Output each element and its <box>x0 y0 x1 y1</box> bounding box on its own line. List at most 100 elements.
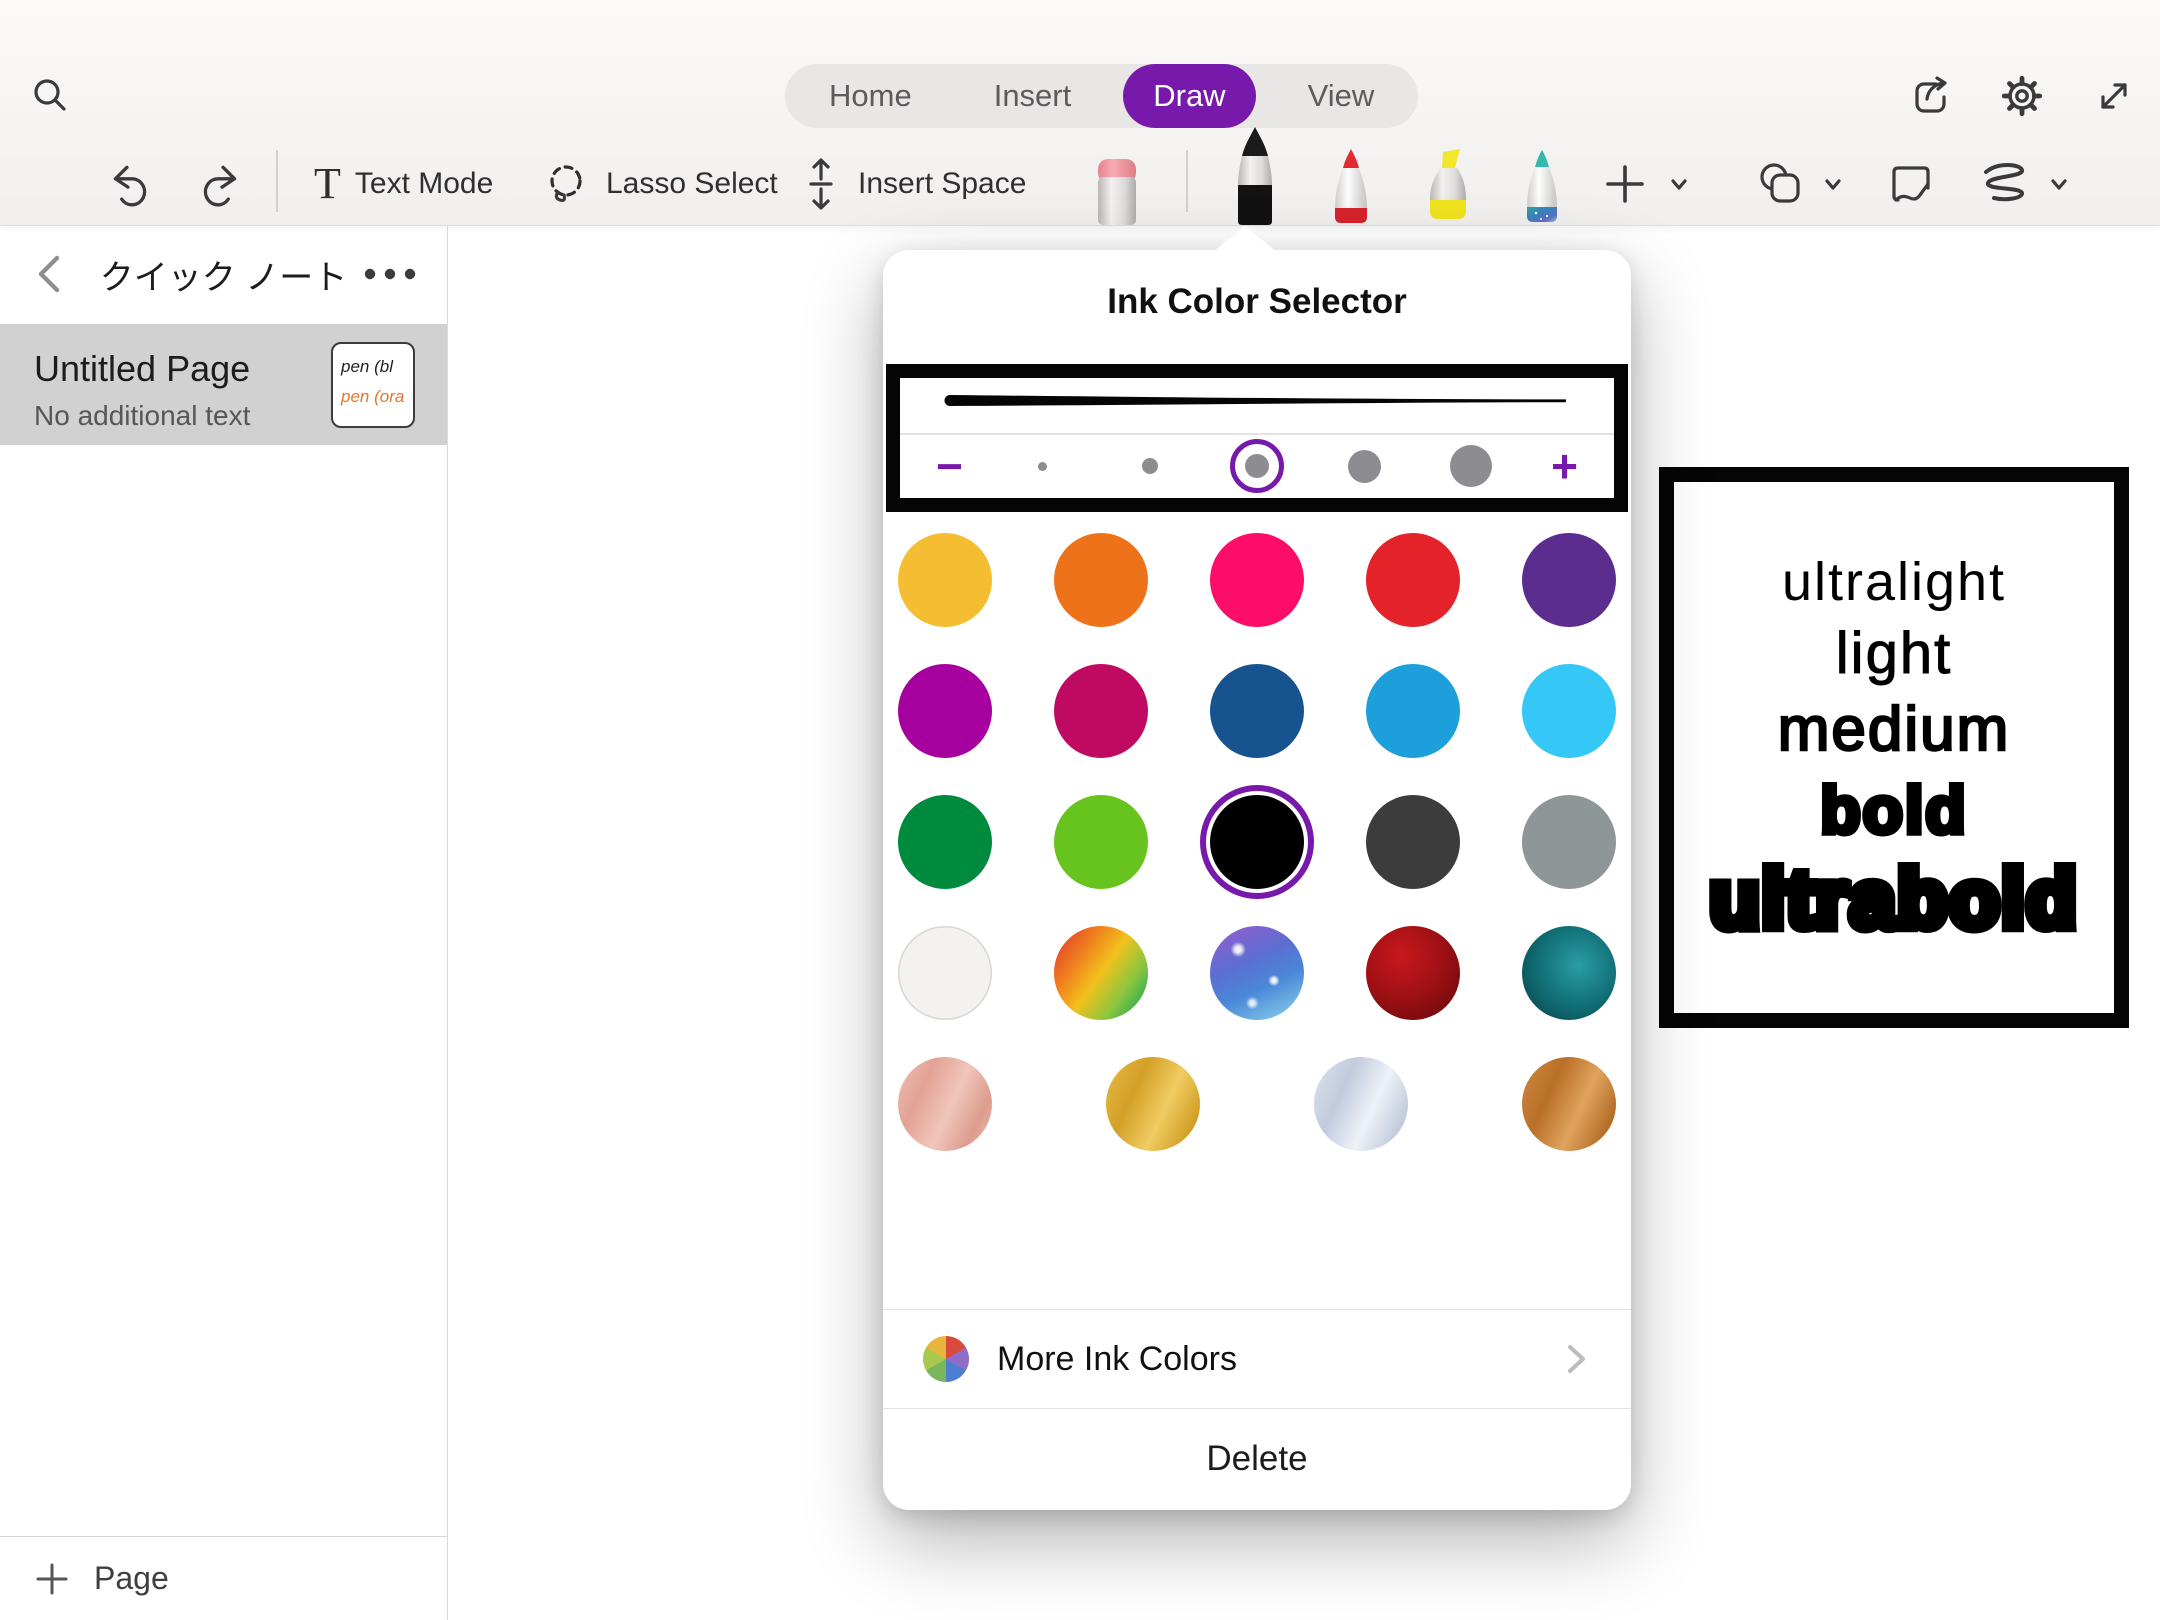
chevron-down-icon <box>1664 169 1694 199</box>
thumbnail-ink-line: pen (ora <box>341 382 413 412</box>
stroke-size-option-1[interactable] <box>1016 439 1070 493</box>
search-button[interactable] <box>26 72 74 120</box>
color-swatch-dark-gray[interactable] <box>1366 795 1460 889</box>
swatch-row <box>898 926 1616 1020</box>
stroke-size-selector: − + <box>900 434 1614 498</box>
stroke-size-option-5[interactable] <box>1444 439 1498 493</box>
shapes-button[interactable] <box>1752 148 1848 220</box>
ink-sample-ultrabold: ultrabold <box>1710 859 2079 941</box>
popup-notch <box>1213 226 1277 252</box>
sidebar-header: クイック ノート <box>0 225 447 324</box>
redo-button[interactable] <box>196 148 246 220</box>
chevron-right-icon <box>1561 1339 1591 1379</box>
color-swatch-black[interactable] <box>1210 795 1304 889</box>
ink-sample-light: light <box>1836 625 1952 683</box>
color-swatch-sky-blue[interactable] <box>1522 664 1616 758</box>
add-page-button[interactable]: Page <box>0 1536 447 1620</box>
color-swatch-green[interactable] <box>898 795 992 889</box>
red-pen-icon <box>1323 147 1379 225</box>
eraser-icon <box>1089 145 1145 225</box>
delete-pen-button[interactable]: Delete <box>883 1408 1631 1509</box>
text-mode-button[interactable]: T Text Mode <box>314 148 493 220</box>
pen-galaxy[interactable] <box>1514 147 1570 225</box>
color-swatch-rose-gold[interactable] <box>898 1057 992 1151</box>
swatch-row <box>898 533 1616 627</box>
color-swatch-galaxy[interactable] <box>1210 926 1304 1020</box>
ink-note-button[interactable] <box>1884 148 1940 220</box>
page-thumbnail: pen (blpen (ora <box>331 342 415 428</box>
color-swatch-gold[interactable] <box>898 533 992 627</box>
yellow-highlighter-icon <box>1418 147 1478 225</box>
ribbon-tab-bar: Home Insert Draw View <box>785 64 1418 128</box>
highlighter-yellow[interactable] <box>1418 147 1478 225</box>
insert-space-icon <box>798 157 844 211</box>
color-swatch-lime-green[interactable] <box>1054 795 1148 889</box>
thumbnail-ink-line: pen (bl <box>341 352 413 382</box>
pen-black-selected[interactable] <box>1223 125 1287 225</box>
ink-sample-medium: medium <box>1778 699 2011 761</box>
plus-icon <box>32 1559 72 1599</box>
add-pen-button[interactable] <box>1600 148 1694 220</box>
increase-size-button[interactable]: + <box>1551 443 1578 489</box>
color-swatch-blue[interactable] <box>1366 664 1460 758</box>
page-subtitle: No additional text <box>34 400 250 432</box>
add-pen-icon <box>1600 159 1650 209</box>
more-ink-colors-button[interactable]: More Ink Colors <box>883 1309 1631 1408</box>
ink-to-shape-button[interactable] <box>1976 148 2074 220</box>
black-pen-icon <box>1223 125 1287 225</box>
color-swatch-navy-blue[interactable] <box>1210 664 1304 758</box>
ink-color-selector-popup: Ink Color Selector − + More Ink Colors D… <box>883 250 1631 1510</box>
eraser-tool[interactable] <box>1089 145 1145 225</box>
swatch-row <box>898 664 1616 758</box>
swatch-row <box>898 795 1616 889</box>
color-swatch-silver[interactable] <box>1314 1057 1408 1151</box>
color-swatch-bronze[interactable] <box>1522 1057 1616 1151</box>
color-swatch-rainbow-glitter[interactable] <box>1054 926 1148 1020</box>
galaxy-pen-icon <box>1514 147 1570 225</box>
size-dot <box>1245 454 1269 478</box>
redo-icon <box>196 159 246 209</box>
color-swatch-magenta[interactable] <box>898 664 992 758</box>
stroke-width-section: − + <box>886 364 1628 512</box>
color-swatch-pink[interactable] <box>1210 533 1304 627</box>
color-swatch-teal-marble[interactable] <box>1522 926 1616 1020</box>
color-swatch-red[interactable] <box>1366 533 1460 627</box>
page-list-item-selected[interactable]: Untitled Page No additional text pen (bl… <box>0 324 447 445</box>
stroke-size-option-3[interactable] <box>1230 439 1284 493</box>
more-options-button[interactable] <box>360 249 420 299</box>
color-swatch-gold-texture[interactable] <box>1106 1057 1200 1151</box>
page-title: Untitled Page <box>34 348 250 390</box>
share-button[interactable] <box>1903 70 1955 122</box>
fullscreen-icon <box>2090 72 2138 120</box>
chevron-down-icon <box>1818 169 1848 199</box>
add-page-label: Page <box>94 1560 169 1597</box>
color-swatch-gray[interactable] <box>1522 795 1616 889</box>
color-swatch-purple[interactable] <box>1522 533 1616 627</box>
ink-sample-bold: bold <box>1820 777 1967 843</box>
text-mode-label: Text Mode <box>355 167 493 201</box>
color-swatch-red-marble[interactable] <box>1366 926 1460 1020</box>
color-swatch-orange[interactable] <box>1054 533 1148 627</box>
tab-home[interactable]: Home <box>799 64 942 128</box>
tab-draw[interactable]: Draw <box>1123 64 1255 128</box>
settings-icon <box>1997 71 2047 121</box>
stroke-size-option-2[interactable] <box>1123 439 1177 493</box>
undo-button[interactable] <box>104 148 154 220</box>
decrease-size-button[interactable]: − <box>936 443 963 489</box>
lasso-select-button[interactable]: Lasso Select <box>540 148 778 220</box>
tab-insert[interactable]: Insert <box>964 64 1102 128</box>
color-swatch-grid <box>898 533 1616 1188</box>
settings-button[interactable] <box>1996 70 2048 122</box>
tab-view[interactable]: View <box>1278 64 1405 128</box>
color-swatch-white[interactable] <box>898 926 992 1020</box>
more-ink-colors-label: More Ink Colors <box>997 1340 1237 1379</box>
color-swatch-raspberry[interactable] <box>1054 664 1148 758</box>
pen-red[interactable] <box>1323 147 1379 225</box>
insert-space-button[interactable]: Insert Space <box>798 148 1026 220</box>
ink-sample-ultralight: ultralight <box>1782 555 2006 609</box>
fullscreen-button[interactable] <box>2088 70 2140 122</box>
stroke-size-option-4[interactable] <box>1337 439 1391 493</box>
top-toolbar: Home Insert Draw View <box>0 0 2160 226</box>
toolbar-divider <box>276 150 278 212</box>
stroke-width-preview <box>944 388 1570 414</box>
